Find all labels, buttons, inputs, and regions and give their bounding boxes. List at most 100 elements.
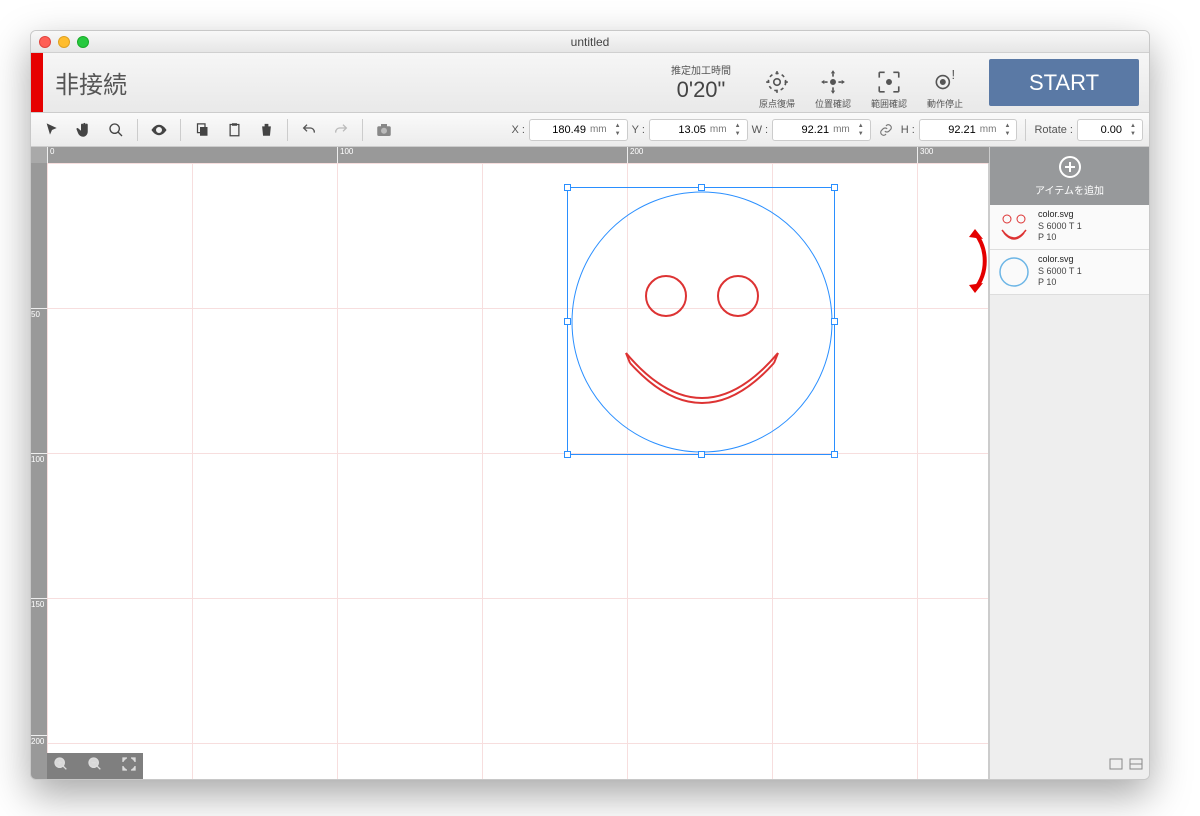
layer-thumb-1: [996, 254, 1032, 290]
separator: [287, 119, 288, 141]
link-wh-toggle[interactable]: [875, 119, 897, 141]
handle-nw[interactable]: [564, 184, 571, 191]
ruler-h-tick: 100: [337, 147, 353, 163]
range-check-icon: [876, 69, 902, 95]
zoom-in-button[interactable]: [53, 756, 69, 777]
handle-se[interactable]: [831, 451, 838, 458]
connection-status-text: 非接続: [43, 53, 659, 112]
paste-button[interactable]: [219, 117, 249, 143]
ruler-v-tick: 100: [31, 453, 47, 463]
h-input-group: mm ▲▼: [919, 119, 1018, 141]
select-tool[interactable]: [37, 117, 67, 143]
pan-tool[interactable]: [69, 117, 99, 143]
eye-icon: [150, 121, 168, 139]
body: 0 100 200 300 50 100 150 200: [31, 147, 1149, 779]
origin-return-button[interactable]: 原点復帰: [751, 69, 803, 110]
origin-return-label: 原点復帰: [759, 97, 795, 110]
handle-n[interactable]: [698, 184, 705, 191]
ruler-h-tick: 0: [47, 147, 54, 163]
layer-item-1[interactable]: color.svg S 6000 T 1 P 10: [990, 250, 1149, 295]
start-button[interactable]: START: [989, 59, 1139, 106]
canvas-area: 0 100 200 300 50 100 150 200: [31, 147, 989, 779]
handle-sw[interactable]: [564, 451, 571, 458]
origin-return-icon: [764, 69, 790, 95]
x-stepper[interactable]: ▲▼: [613, 122, 623, 138]
x-input[interactable]: [534, 124, 586, 136]
h-input[interactable]: [924, 124, 976, 136]
zoom-tool[interactable]: [101, 117, 131, 143]
undo-icon: [301, 122, 317, 138]
ruler-h-tick: 300: [917, 147, 933, 163]
copy-icon: [195, 122, 210, 137]
trash-icon: [259, 122, 274, 137]
add-item-label: アイテムを追加: [1035, 182, 1104, 197]
ruler-vertical: 50 100 150 200: [31, 163, 47, 779]
view-split-button[interactable]: [1129, 757, 1143, 775]
sidebar: アイテムを追加 color.svg S 6000 T 1 P 10 color.…: [989, 147, 1149, 779]
canvas-row: 50 100 150 200: [31, 163, 989, 779]
svg-text:!: !: [952, 69, 956, 82]
copy-button[interactable]: [187, 117, 217, 143]
selection-box[interactable]: [567, 187, 835, 455]
separator: [1025, 119, 1026, 141]
y-input[interactable]: [654, 124, 706, 136]
h-stepper[interactable]: ▲▼: [1002, 122, 1012, 138]
w-label: W :: [752, 124, 769, 136]
hand-icon: [75, 121, 93, 139]
add-item-button[interactable]: アイテムを追加: [990, 147, 1149, 205]
layer-item-0[interactable]: color.svg S 6000 T 1 P 10: [990, 205, 1149, 250]
camera-button[interactable]: [369, 117, 399, 143]
handle-s[interactable]: [698, 451, 705, 458]
zoom-bar: [47, 753, 143, 779]
position-check-icon: [820, 69, 846, 95]
ruler-horizontal: 0 100 200 300: [47, 147, 989, 163]
link-icon: [879, 123, 893, 137]
x-label: X :: [512, 124, 525, 136]
handle-e[interactable]: [831, 318, 838, 325]
w-stepper[interactable]: ▲▼: [856, 122, 866, 138]
layer-params-0b: P 10: [1038, 232, 1082, 244]
redo-icon: [333, 122, 349, 138]
w-input-group: mm ▲▼: [772, 119, 871, 141]
layer-params-1b: P 10: [1038, 277, 1082, 289]
rotate-input[interactable]: [1082, 124, 1122, 136]
y-unit: mm: [710, 124, 727, 135]
smiley-artwork[interactable]: [568, 188, 836, 456]
h-label: H :: [901, 124, 915, 136]
layer-params-1a: S 6000 T 1: [1038, 266, 1082, 278]
y-stepper[interactable]: ▲▼: [733, 122, 743, 138]
layer-params-0a: S 6000 T 1: [1038, 221, 1082, 233]
split-icon: [1129, 758, 1143, 770]
x-unit: mm: [590, 124, 607, 135]
zoom-in-icon: [53, 756, 69, 772]
x-input-group: mm ▲▼: [529, 119, 628, 141]
sidebar-bottom-icons: [990, 753, 1149, 779]
visibility-tool[interactable]: [144, 117, 174, 143]
expand-icon: [121, 756, 137, 772]
ruler-v-tick: 150: [31, 598, 47, 608]
view-single-button[interactable]: [1109, 757, 1123, 775]
cursor-icon: [44, 122, 60, 138]
redo-button[interactable]: [326, 117, 356, 143]
position-check-button[interactable]: 位置確認: [807, 69, 859, 110]
undo-button[interactable]: [294, 117, 324, 143]
w-unit: mm: [833, 124, 850, 135]
y-input-group: mm ▲▼: [649, 119, 748, 141]
header: 非接続 推定加工時間 0'20" 原点復帰 位置確認 範囲確認 ! 動作停止: [31, 53, 1149, 113]
rotate-label: Rotate :: [1034, 124, 1073, 136]
delete-button[interactable]: [251, 117, 281, 143]
handle-w[interactable]: [564, 318, 571, 325]
w-input[interactable]: [777, 124, 829, 136]
stop-button[interactable]: ! 動作停止: [919, 69, 971, 110]
fit-screen-button[interactable]: [121, 756, 137, 777]
zoom-out-button[interactable]: [87, 756, 103, 777]
range-check-button[interactable]: 範囲確認: [863, 69, 915, 110]
estimated-time-value: 0'20": [677, 77, 726, 103]
canvas[interactable]: [47, 163, 989, 779]
swap-arrow-annotation: [960, 229, 990, 298]
toolbar: X : mm ▲▼ Y : mm ▲▼ W : mm ▲▼ H :: [31, 113, 1149, 147]
ruler-h-tick: 200: [627, 147, 643, 163]
range-check-label: 範囲確認: [871, 97, 907, 110]
handle-ne[interactable]: [831, 184, 838, 191]
rotate-stepper[interactable]: ▲▼: [1128, 122, 1138, 138]
